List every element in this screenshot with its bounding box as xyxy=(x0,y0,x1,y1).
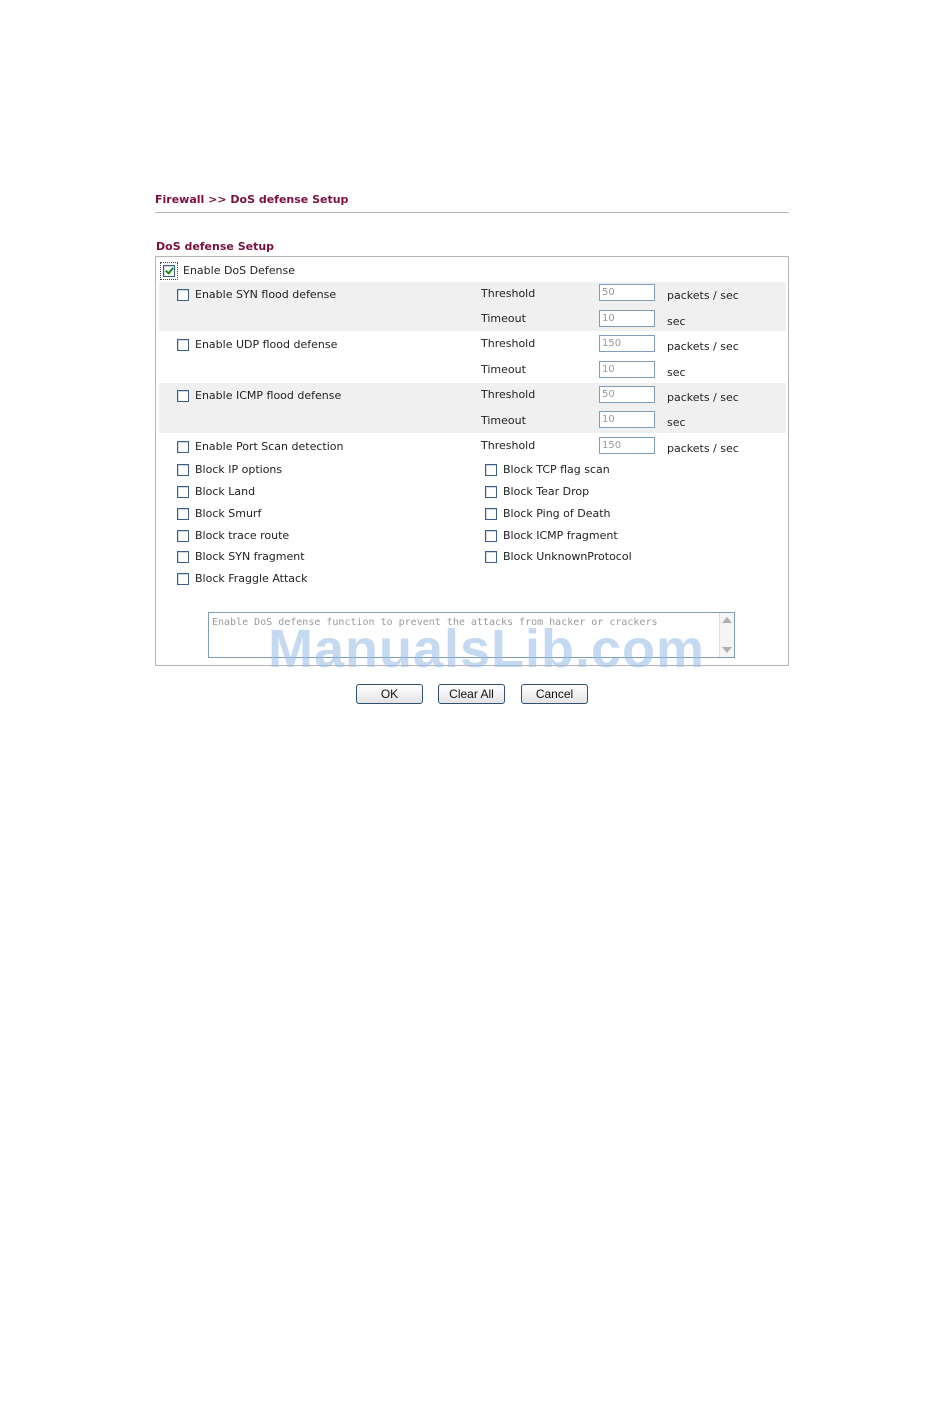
syn-timeout-input[interactable]: 10 xyxy=(599,310,655,327)
block-smurf-checkbox[interactable] xyxy=(177,508,189,520)
scroll-up-icon[interactable] xyxy=(722,617,732,623)
block-ip-options-checkbox[interactable] xyxy=(177,464,189,476)
syn-flood-checkbox[interactable] xyxy=(177,289,189,301)
clear-all-button[interactable]: Clear All xyxy=(438,684,505,704)
udp-flood-checkbox[interactable] xyxy=(177,339,189,351)
block-smurf-label: Block Smurf xyxy=(195,507,262,520)
icmp-flood-checkbox[interactable] xyxy=(177,390,189,402)
syn-threshold-input[interactable]: 50 xyxy=(599,284,655,301)
block-tear-drop-label: Block Tear Drop xyxy=(503,485,590,498)
port-scan-label: Enable Port Scan detection xyxy=(195,440,344,453)
block-tcp-flag-scan-label: Block TCP flag scan xyxy=(503,463,610,476)
udp-threshold-unit: packets / sec xyxy=(667,340,739,353)
block-icmp-fragment-label: Block ICMP fragment xyxy=(503,529,618,542)
enable-dos-checkbox[interactable] xyxy=(163,265,175,277)
block-unknown-protocol-checkbox[interactable] xyxy=(485,551,497,563)
section-title: DoS defense Setup xyxy=(156,240,275,253)
udp-threshold-input[interactable]: 150 xyxy=(599,335,655,352)
block-fraggle-attack-checkbox[interactable] xyxy=(177,573,189,585)
watermark: ManualsLib.com xyxy=(268,619,706,679)
icmp-threshold-input[interactable]: 50 xyxy=(599,386,655,403)
icmp-threshold-label: Threshold xyxy=(481,388,536,401)
block-trace-route-checkbox[interactable] xyxy=(177,530,189,542)
block-tear-drop-checkbox[interactable] xyxy=(485,486,497,498)
syn-threshold-unit: packets / sec xyxy=(667,289,739,302)
block-syn-fragment-label: Block SYN fragment xyxy=(195,550,305,563)
block-land-checkbox[interactable] xyxy=(177,486,189,498)
port-scan-checkbox[interactable] xyxy=(177,441,189,453)
block-fraggle-attack-label: Block Fraggle Attack xyxy=(195,572,308,585)
block-syn-fragment-checkbox[interactable] xyxy=(177,551,189,563)
syn-threshold-label: Threshold xyxy=(481,287,536,300)
icmp-timeout-input[interactable]: 10 xyxy=(599,411,655,428)
breadcrumb: Firewall >> DoS defense Setup xyxy=(155,193,349,206)
scroll-down-icon[interactable] xyxy=(722,647,732,653)
description-scrollbar[interactable] xyxy=(719,613,734,657)
syn-timeout-label: Timeout xyxy=(481,312,526,325)
breadcrumb-divider xyxy=(155,212,789,213)
udp-timeout-input[interactable]: 10 xyxy=(599,361,655,378)
port-scan-threshold-unit: packets / sec xyxy=(667,442,739,455)
syn-flood-label: Enable SYN flood defense xyxy=(195,288,337,301)
icmp-flood-label: Enable ICMP flood defense xyxy=(195,389,342,402)
udp-flood-label: Enable UDP flood defense xyxy=(195,338,338,351)
udp-timeout-label: Timeout xyxy=(481,363,526,376)
syn-timeout-unit: sec xyxy=(667,315,686,328)
icmp-threshold-unit: packets / sec xyxy=(667,391,739,404)
udp-threshold-label: Threshold xyxy=(481,337,536,350)
port-scan-threshold-label: Threshold xyxy=(481,439,536,452)
enable-dos-label: Enable DoS Defense xyxy=(183,264,295,277)
block-ping-of-death-label: Block Ping of Death xyxy=(503,507,611,520)
cancel-button[interactable]: Cancel xyxy=(521,684,588,704)
block-unknown-protocol-label: Block UnknownProtocol xyxy=(503,550,632,563)
block-land-label: Block Land xyxy=(195,485,256,498)
block-ip-options-label: Block IP options xyxy=(195,463,283,476)
icmp-timeout-label: Timeout xyxy=(481,414,526,427)
block-icmp-fragment-checkbox[interactable] xyxy=(485,530,497,542)
udp-timeout-unit: sec xyxy=(667,366,686,379)
icmp-timeout-unit: sec xyxy=(667,416,686,429)
block-trace-route-label: Block trace route xyxy=(195,529,290,542)
ok-button[interactable]: OK xyxy=(356,684,423,704)
dos-defense-panel: Enable DoS Defense Enable SYN flood defe… xyxy=(155,256,789,666)
block-ping-of-death-checkbox[interactable] xyxy=(485,508,497,520)
port-scan-threshold-input[interactable]: 150 xyxy=(599,437,655,454)
block-tcp-flag-scan-checkbox[interactable] xyxy=(485,464,497,476)
